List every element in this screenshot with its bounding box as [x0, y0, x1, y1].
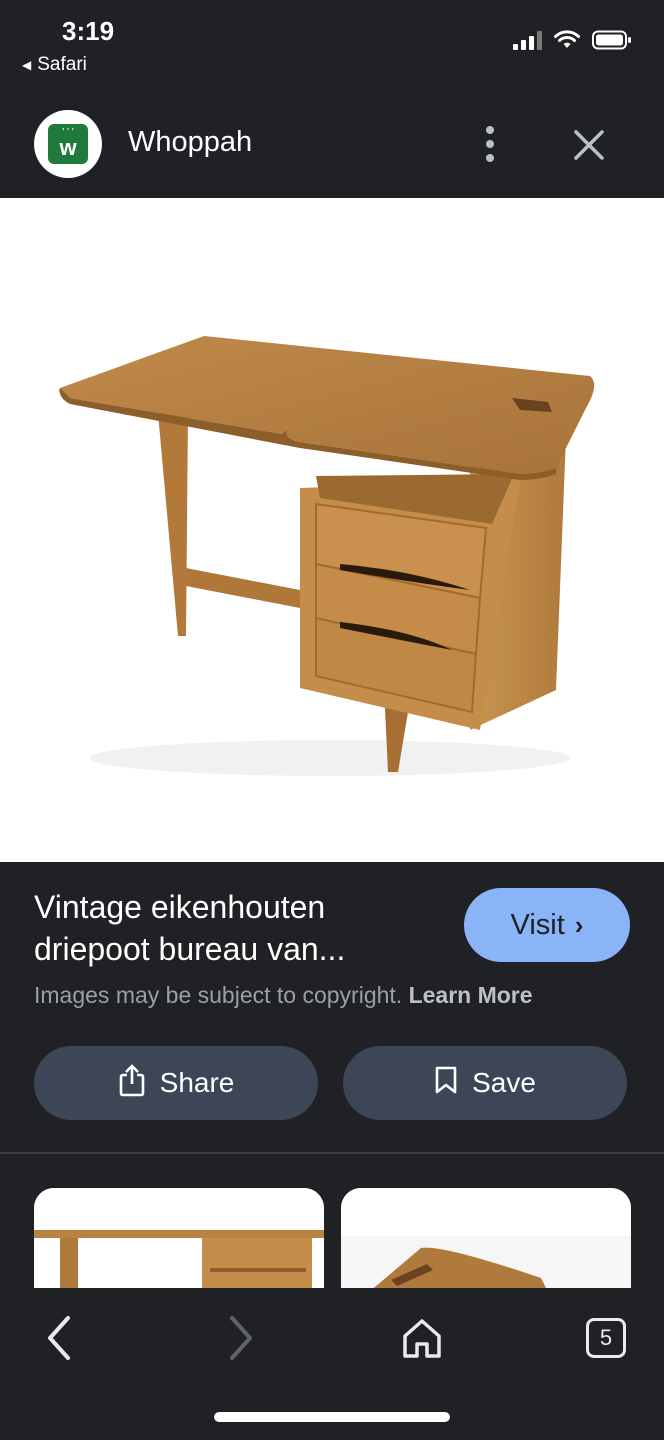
save-label: Save: [472, 1067, 536, 1098]
status-bar: 3:19 ◀ Safari: [0, 0, 664, 90]
back-to-app-link[interactable]: ◀ Safari: [22, 54, 87, 76]
forward-chevron-icon[interactable]: [210, 1308, 270, 1368]
battery-icon: [592, 30, 632, 50]
result-title[interactable]: Vintage eikenhouten driepoot bureau van.…: [34, 886, 434, 970]
related-image-thumbnail[interactable]: [34, 1188, 324, 1298]
result-info-panel: Vintage eikenhouten driepoot bureau van.…: [0, 862, 664, 1298]
tabs-icon[interactable]: 5: [576, 1308, 636, 1368]
bookmark-icon: [434, 1065, 458, 1102]
system-icons: [513, 30, 632, 50]
signal-icon: [513, 30, 542, 50]
bottom-toolbar: 5: [0, 1288, 664, 1440]
chevron-right-icon: ›: [574, 909, 584, 940]
result-title-line2: driepoot bureau van...: [34, 931, 346, 967]
result-title-line1: Vintage eikenhouten: [34, 889, 326, 925]
copyright-notice: Images may be subject to copyright. Lear…: [34, 982, 533, 1009]
visit-label: Visit: [510, 908, 565, 941]
tabs-count: 5: [586, 1318, 626, 1358]
close-icon[interactable]: [568, 124, 610, 166]
back-app-label: Safari: [37, 54, 87, 75]
logo-badge: ' ' ' w: [48, 124, 88, 164]
wifi-icon: [554, 30, 580, 50]
visit-button[interactable]: Visit ›: [464, 888, 630, 962]
source-header: ' ' ' w Whoppah: [0, 90, 664, 198]
save-button[interactable]: Save: [343, 1046, 627, 1120]
share-button[interactable]: Share: [34, 1046, 318, 1120]
back-chevron-icon[interactable]: [30, 1308, 90, 1368]
site-name[interactable]: Whoppah: [128, 126, 252, 159]
divider: [0, 1152, 664, 1154]
whoppah-logo[interactable]: ' ' ' w: [34, 110, 102, 178]
product-image[interactable]: [0, 198, 664, 862]
related-image-thumbnail[interactable]: [341, 1188, 631, 1298]
copyright-text: Images may be subject to copyright.: [34, 982, 403, 1008]
share-icon: [118, 1063, 146, 1104]
share-label: Share: [159, 1067, 235, 1098]
learn-more-link[interactable]: Learn More: [409, 982, 533, 1008]
home-indicator[interactable]: [214, 1412, 450, 1422]
home-icon[interactable]: [392, 1308, 452, 1368]
logo-letter: w: [59, 135, 77, 160]
back-triangle-icon: ◀: [22, 58, 32, 72]
status-time: 3:19: [62, 16, 115, 46]
kebab-menu-icon[interactable]: [476, 122, 504, 166]
logo-rays: ' ' ': [62, 127, 74, 138]
